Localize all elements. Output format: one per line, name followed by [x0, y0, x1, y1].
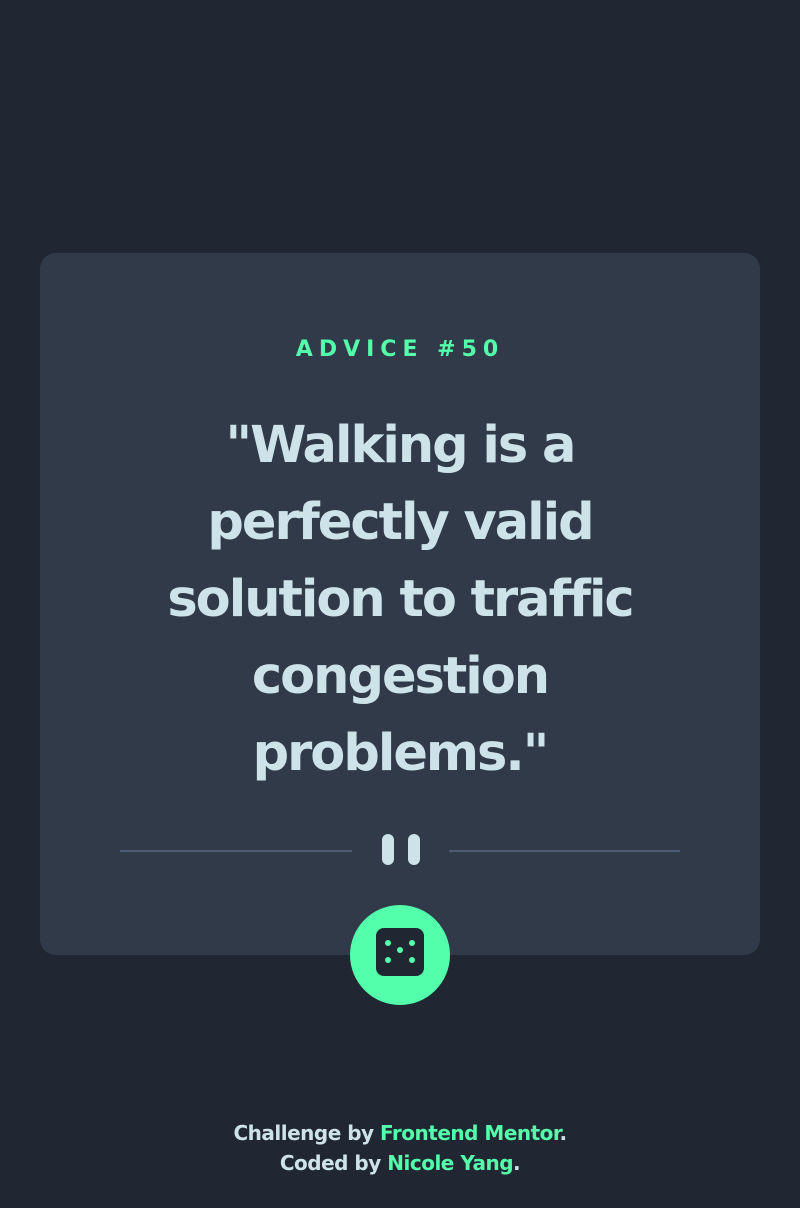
challenge-prefix: Challenge by — [233, 1121, 381, 1145]
coded-by-attribution: Coded by Nicole Yang. — [0, 1148, 800, 1178]
coded-prefix: Coded by — [279, 1151, 388, 1175]
dice-pip — [385, 957, 391, 963]
frontend-mentor-link[interactable]: Frontend Mentor — [380, 1121, 560, 1145]
pause-icon — [382, 834, 394, 865]
advice-quote: "Walking is a perfectly valid solution t… — [167, 416, 634, 783]
generate-advice-button[interactable] — [350, 905, 450, 1005]
dice-icon — [376, 928, 424, 976]
dice-pip — [385, 940, 391, 946]
dice-pip — [397, 947, 403, 953]
advice-number: ADVICE #50 — [295, 337, 505, 362]
challenge-attribution: Challenge by Frontend Mentor. — [0, 1118, 800, 1148]
coded-suffix: . — [513, 1151, 521, 1175]
attribution: Challenge by Frontend Mentor. Coded by N… — [0, 1118, 800, 1178]
divider-line-right — [449, 850, 680, 852]
dice-pip — [409, 940, 415, 946]
author-link[interactable]: Nicole Yang — [387, 1151, 513, 1175]
challenge-suffix: . — [559, 1121, 567, 1145]
divider-line-left — [120, 850, 352, 852]
divider — [120, 834, 680, 866]
dice-pip — [409, 957, 415, 963]
pause-icon-bar — [408, 834, 420, 865]
